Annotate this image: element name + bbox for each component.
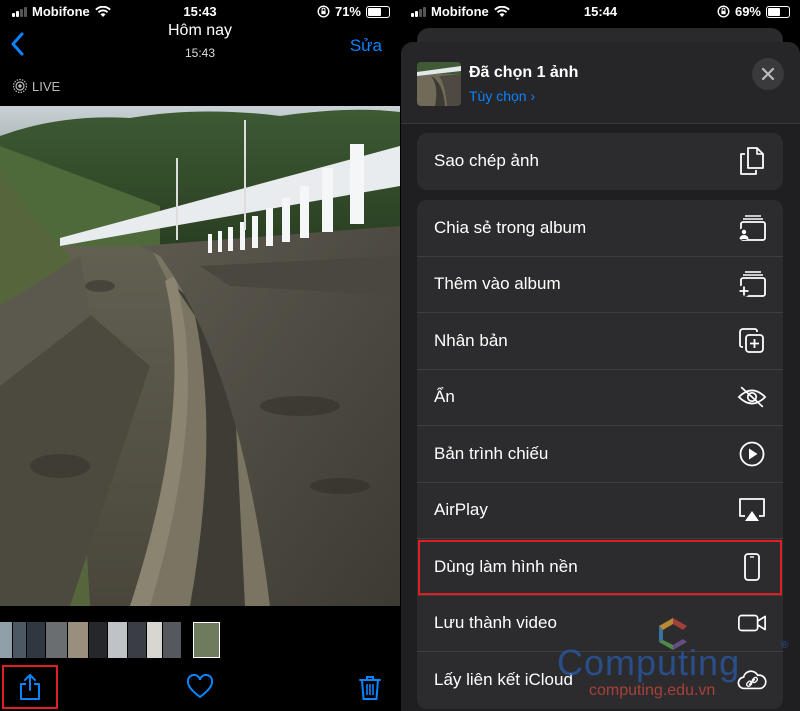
options-link[interactable]: Tùy chọn › (469, 88, 535, 104)
action-share-in-album[interactable]: Chia sẻ trong album (417, 200, 783, 257)
sheet-title: Đã chọn 1 ảnh (469, 64, 579, 81)
status-right: 71% (317, 4, 390, 19)
action-hide[interactable]: Ẩn (417, 370, 783, 426)
photo-image[interactable] (0, 106, 400, 606)
status-bar: Mobifone 15:44 69% (401, 0, 800, 24)
nav-bar: Hôm nay 15:43 Sửa (0, 22, 400, 66)
action-use-as-wallpaper[interactable]: Dùng làm hình nền (417, 539, 783, 596)
action-label: Dùng làm hình nền (434, 556, 578, 576)
close-icon (761, 67, 775, 81)
copy-icon (737, 146, 767, 176)
battery-percent: 69% (734, 4, 761, 19)
action-airplay[interactable]: AirPlay (417, 483, 783, 539)
battery-icon (366, 5, 390, 18)
shared-album-icon (737, 213, 767, 243)
status-right: 69% (717, 4, 790, 19)
bottom-toolbar (0, 662, 400, 711)
heart-icon[interactable] (186, 674, 214, 700)
action-label: AirPlay (434, 500, 488, 520)
nav-subtitle: 15:43 (184, 46, 216, 60)
photo-viewer-screen: Mobifone 15:43 71% Hôm nay 15:43 Sửa LIV… (0, 0, 400, 711)
orientation-lock-icon (717, 5, 730, 18)
action-get-icloud-link[interactable]: Lấy liên kết iCloud (417, 652, 783, 709)
action-label: Chia sẻ trong album (434, 217, 587, 237)
play-icon (737, 439, 767, 469)
action-label: Thêm vào album (434, 274, 561, 294)
add-album-icon (737, 269, 767, 299)
battery-percent: 71% (334, 4, 361, 19)
nav-title: Hôm nay (167, 22, 233, 39)
share-button[interactable] (2, 665, 58, 709)
phone-icon (737, 552, 767, 582)
sheet-header: Đã chọn 1 ảnh Tùy chọn › (401, 42, 800, 124)
thumbnail-strip[interactable] (0, 622, 221, 658)
action-label: Nhân bản (434, 330, 508, 350)
duplicate-icon (737, 326, 767, 356)
action-copy-photo[interactable]: Sao chép ảnh (417, 133, 783, 190)
action-label: Bản trình chiếu (434, 443, 549, 463)
action-save-as-video[interactable]: Lưu thành video (417, 596, 783, 652)
action-label: Ẩn (434, 387, 455, 407)
live-photo-icon (12, 78, 28, 94)
share-sheet: Đã chọn 1 ảnh Tùy chọn › Sao chép ảnh Ch… (401, 42, 800, 711)
selected-photo-thumbnail (417, 62, 461, 106)
hide-eye-icon (737, 382, 767, 412)
close-button[interactable] (752, 58, 784, 90)
icloud-link-icon (737, 665, 767, 695)
canal-photo (0, 106, 400, 606)
action-duplicate[interactable]: Nhân bản (417, 313, 783, 370)
live-label: LIVE (32, 78, 61, 94)
status-bar: Mobifone 15:43 71% (0, 0, 400, 24)
action-group-1: Sao chép ảnh (417, 133, 783, 190)
battery-icon (766, 5, 790, 18)
action-slideshow[interactable]: Bản trình chiếu (417, 426, 783, 483)
airplay-icon (737, 495, 767, 525)
trash-icon[interactable] (358, 674, 382, 702)
live-badge[interactable]: LIVE (12, 78, 60, 94)
edit-button[interactable]: Sửa (350, 36, 382, 56)
action-label: Sao chép ảnh (434, 151, 539, 171)
video-icon (737, 608, 767, 638)
action-label: Lấy liên kết iCloud (434, 670, 573, 690)
share-sheet-screen: Mobifone 15:44 69% Đã chọn 1 ảnh Tùy chọ… (401, 0, 800, 711)
action-add-to-album[interactable]: Thêm vào album (417, 257, 783, 313)
share-icon (20, 674, 40, 700)
action-group-2: Chia sẻ trong album Thêm vào album Nhân … (417, 200, 783, 709)
action-label: Lưu thành video (434, 613, 557, 633)
orientation-lock-icon (317, 5, 330, 18)
